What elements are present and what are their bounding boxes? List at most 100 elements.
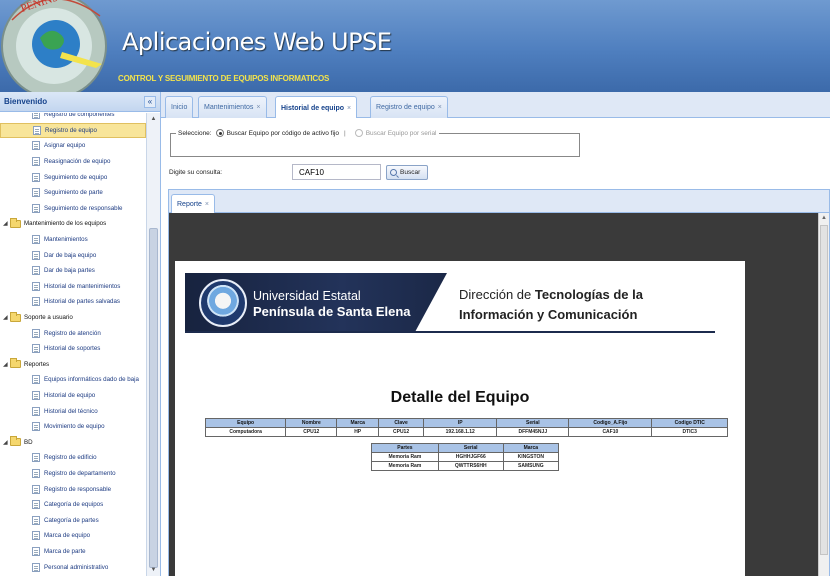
radio-activo-fijo-label[interactable]: Buscar Equipo por código de activo fijo — [227, 130, 339, 137]
tree-item[interactable]: Equipos informáticos dado de baja — [0, 372, 146, 388]
radio-serial[interactable] — [354, 129, 363, 137]
tree-item[interactable]: Dar de baja equipo — [0, 247, 146, 263]
tree-item[interactable]: Registro de equipo — [0, 122, 146, 139]
tree-item-label: Marca de parte — [44, 547, 86, 555]
table-cell: Computadora — [204, 427, 287, 437]
table-header-row: Partes Serial Marca — [371, 443, 560, 453]
query-input[interactable] — [292, 164, 381, 180]
folder-icon — [10, 217, 21, 228]
tab-inicio[interactable]: Inicio — [165, 96, 194, 118]
tab-label: Registro de equipo — [376, 104, 435, 111]
tree-item[interactable]: Seguimiento de equipo — [0, 169, 146, 185]
table-cell: Memoria Ram — [371, 461, 439, 471]
separator: | — [343, 129, 346, 137]
tree-item[interactable]: Asignar equipo — [0, 138, 146, 154]
tree-item-label: Dar de baja partes — [44, 267, 95, 275]
tree-folder[interactable]: ◢ BD — [0, 434, 146, 450]
sidebar-scrollbar[interactable]: ▲ ▼ — [146, 113, 160, 576]
expand-icon[interactable]: ◢ — [3, 439, 10, 446]
tree-folder[interactable]: ◢ Mantenimiento de los equipos — [0, 216, 146, 232]
column-header: Partes — [371, 443, 439, 453]
report-panel: Reporte × Universidad Estatal Península d… — [168, 189, 830, 576]
column-header: Codigo DTIC — [651, 418, 728, 428]
tree-item[interactable]: Registro de responsable — [0, 481, 146, 497]
close-icon[interactable]: × — [205, 201, 209, 208]
tree-item-label: Categoría de partes — [44, 516, 99, 524]
university-seal-icon: PENINSULA — [1, 0, 107, 99]
tree-folder[interactable]: ◢ Soporte a usuario — [0, 310, 146, 326]
tree-item[interactable]: Historial de partes salvadas — [0, 294, 146, 310]
folder-icon — [10, 436, 21, 447]
table-cell: 192.168.1.12 — [423, 427, 498, 437]
tree-folder[interactable]: ◢ Reportes — [0, 357, 146, 373]
tree-item[interactable]: Movimiento de equipo — [0, 419, 146, 435]
tree-item[interactable]: Categoría de equipos — [0, 497, 146, 513]
tab-historial-de-equipo[interactable]: Historial de equipo × — [275, 96, 358, 119]
tab-reporte[interactable]: Reporte × — [171, 194, 215, 213]
scrollbar-thumb[interactable] — [149, 228, 158, 568]
close-icon[interactable]: × — [256, 104, 260, 111]
tree-item[interactable]: Historial de equipo — [0, 388, 146, 404]
document-icon — [32, 297, 40, 307]
folder-icon — [10, 311, 21, 322]
direction-bold: Tecnologías de la — [534, 287, 643, 302]
table-cell: DFFM45NJJ — [496, 427, 570, 437]
collapse-sidebar-icon[interactable]: « — [144, 95, 156, 108]
query-label: Digite su consulta: — [169, 169, 223, 176]
table-cell: KINGSTON — [502, 452, 560, 462]
document-icon — [32, 281, 40, 291]
tree-item[interactable]: Dar de baja partes — [0, 263, 146, 279]
tree-item[interactable]: Seguimiento de parte — [0, 185, 146, 201]
scrollbar-thumb[interactable] — [820, 225, 828, 555]
table-cell: QWTTRS6HH — [437, 461, 504, 471]
tree-item[interactable]: Marca de equipo — [0, 528, 146, 544]
tree-item[interactable]: Historial del técnico — [0, 403, 146, 419]
app-window: { "header": { "title": "Aplicaciones Web… — [0, 0, 830, 576]
tree-item-label: Marca de equipo — [44, 532, 91, 540]
close-icon[interactable]: × — [438, 104, 442, 111]
tree-item-label: Registro de equipo — [45, 126, 97, 134]
direction-line1: Dirección de Tecnologías de la — [459, 287, 643, 302]
tree-item[interactable]: Seguimiento de responsable — [0, 201, 146, 217]
tree-item[interactable]: Marca de parte — [0, 544, 146, 560]
scroll-up-icon[interactable]: ▲ — [821, 215, 827, 221]
search-button[interactable]: Buscar — [386, 165, 428, 180]
tree-item[interactable]: Registro de edificio — [0, 450, 146, 466]
scroll-up-icon[interactable]: ▲ — [148, 114, 159, 124]
tree-item[interactable]: Registro de atención — [0, 325, 146, 341]
tab-registro-de-equipo[interactable]: Registro de equipo × — [370, 96, 448, 118]
document-icon — [32, 250, 40, 260]
radio-activo-fijo[interactable] — [215, 129, 224, 137]
tree-item[interactable]: Personal administrativo — [0, 559, 146, 575]
tree-item[interactable]: Categoría de partes — [0, 512, 146, 528]
scroll-down-icon[interactable]: ▼ — [148, 565, 159, 575]
expand-icon[interactable]: ◢ — [3, 314, 10, 321]
tree-item[interactable]: Registro de departamento — [0, 466, 146, 482]
university-line1: Universidad Estatal — [253, 289, 361, 303]
tree-item-label: Seguimiento de equipo — [44, 173, 108, 181]
document-icon — [32, 235, 40, 245]
tree-item[interactable]: Mantenimientos — [0, 232, 146, 248]
report-title: Detalle del Equipo — [390, 389, 530, 406]
tree-item[interactable]: Historial de soportes — [0, 341, 146, 357]
table-cell: CPU12 — [285, 427, 338, 437]
tab-label: Mantenimientos — [204, 104, 254, 111]
tree-item[interactable]: Historial de mantenimientos — [0, 279, 146, 295]
document-icon — [32, 344, 40, 354]
report-scrollbar[interactable]: ▲ — [818, 213, 829, 576]
app-title: Aplicaciones Web UPSE — [122, 28, 392, 56]
table-cell: CAF10 — [568, 427, 653, 437]
expand-icon[interactable]: ◢ — [3, 361, 10, 368]
tab-mantenimientos[interactable]: Mantenimientos × — [198, 96, 267, 118]
table-cell: DTIC3 — [651, 427, 728, 437]
tree-item-label: BD — [24, 438, 33, 446]
tree-item[interactable]: Registro de componentes — [0, 113, 146, 123]
close-icon[interactable]: × — [347, 105, 351, 112]
radio-serial-label[interactable]: Buscar Equipo por serial — [366, 130, 437, 137]
document-icon — [32, 515, 40, 525]
tree-item[interactable]: Reasignación de equipo — [0, 154, 146, 170]
navigation-tree: Registro de componentes Registro de equip… — [0, 113, 146, 576]
report-page: Universidad Estatal Península de Santa E… — [175, 261, 745, 576]
column-header: Marca — [336, 418, 379, 428]
expand-icon[interactable]: ◢ — [3, 220, 10, 227]
